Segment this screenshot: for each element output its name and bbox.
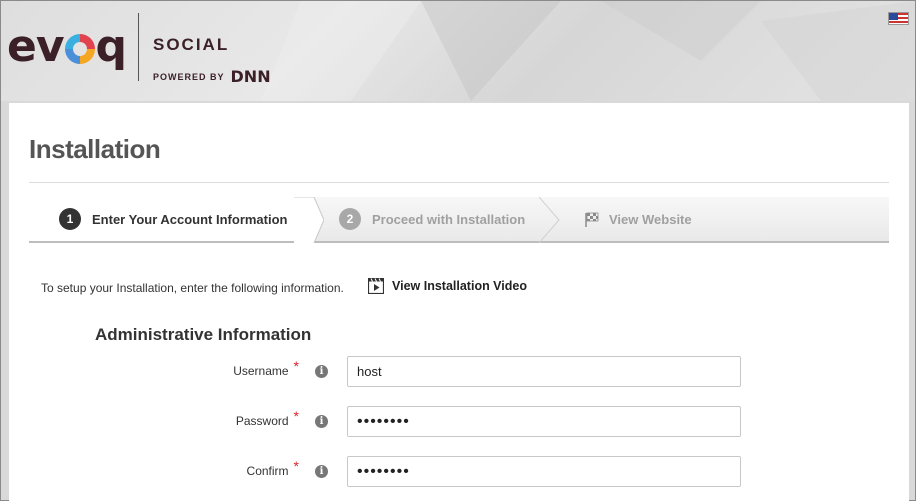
password-label: Password *: [9, 408, 299, 428]
required-marker: *: [293, 358, 299, 374]
installation-panel: Installation 1 Enter Your Account Inform…: [9, 103, 909, 501]
confirm-info-icon[interactable]: i: [315, 465, 328, 478]
step-separator: [539, 197, 560, 243]
step-number-1: 1: [59, 208, 81, 230]
logo-o-icon: [64, 34, 95, 64]
logo-powered-by: POWERED BY DNN: [153, 67, 271, 86]
powered-by-text: POWERED BY: [153, 71, 225, 82]
step-number-2: 2: [339, 208, 361, 230]
password-label-text: Password: [235, 414, 289, 428]
step-label-1: Enter Your Account Information: [92, 211, 288, 227]
wizard-steps: 1 Enter Your Account Information 2 Proce…: [29, 197, 889, 243]
page-title: Installation: [29, 134, 161, 164]
title-divider: [29, 182, 889, 183]
video-link-label: View Installation Video: [392, 279, 527, 293]
password-input[interactable]: [347, 406, 741, 437]
confirm-label: Confirm *: [9, 458, 299, 478]
dnn-logo: DNN: [230, 67, 271, 86]
view-installation-video-link[interactable]: View Installation Video: [368, 278, 527, 294]
username-info-icon[interactable]: i: [315, 365, 328, 378]
username-label: Username *: [9, 358, 299, 378]
step-label-2: Proceed with Installation: [372, 211, 526, 227]
us-flag-icon[interactable]: [888, 12, 909, 25]
evoq-logo: ev q: [7, 21, 127, 73]
step-separator-active: [294, 197, 324, 243]
step-label-3: View Website: [609, 211, 692, 227]
wizard-step-1[interactable]: 1 Enter Your Account Information: [59, 197, 288, 241]
required-marker: *: [293, 458, 299, 474]
username-input[interactable]: [347, 356, 741, 387]
username-label-text: Username: [233, 364, 289, 378]
logo-text-suffix: q: [95, 21, 127, 72]
section-title-admin: Administrative Information: [95, 325, 312, 344]
film-icon: [368, 278, 384, 294]
wizard-step-2[interactable]: 2 Proceed with Installation: [339, 197, 525, 241]
checkered-flag-icon: [585, 212, 599, 227]
required-marker: *: [293, 408, 299, 424]
logo-text-prefix: ev: [7, 21, 65, 72]
intro-text: To setup your Installation, enter the fo…: [41, 281, 344, 295]
confirm-password-input[interactable]: [347, 456, 741, 487]
wizard-step-3[interactable]: View Website: [584, 197, 692, 241]
confirm-label-text: Confirm: [246, 464, 289, 478]
password-info-icon[interactable]: i: [315, 415, 328, 428]
logo-product-name: SOCIAL: [153, 35, 230, 54]
logo-divider: [138, 13, 139, 81]
header-banner: ev q SOCIAL POWERED BY DNN: [1, 1, 915, 101]
